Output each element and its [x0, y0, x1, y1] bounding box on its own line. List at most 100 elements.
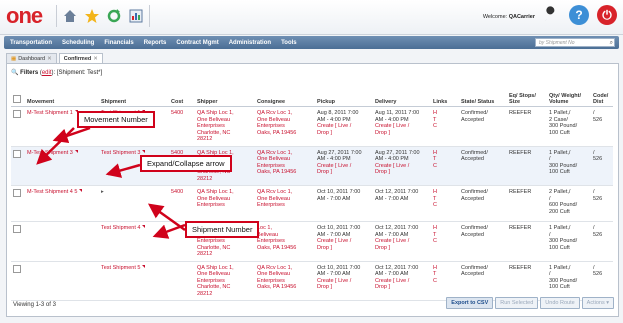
row-select-cell[interactable] [11, 261, 25, 301]
cost-cell-text[interactable]: 5400 [171, 189, 183, 195]
shipment-search-input[interactable]: by Shipment No ⌕ [535, 38, 615, 47]
cost-cell[interactable]: 5400 [169, 106, 195, 147]
refresh-icon[interactable] [105, 7, 123, 25]
report-icon[interactable] [127, 7, 145, 25]
consignee-cell[interactable]: Loc 1, Beliveau Enterprises Oaks, PA 19456 [255, 221, 315, 262]
menu-item-tools[interactable]: Tools [281, 40, 297, 46]
quantity-cell-line: 100 Cuft [549, 169, 570, 175]
row-checkbox[interactable] [13, 189, 21, 197]
cost-cell[interactable] [169, 261, 195, 301]
select-all-checkbox[interactable] [11, 84, 25, 107]
consignee-cell[interactable]: QA Rcv Loc 1, One Beliveau Enterprises [255, 185, 315, 222]
consignee-cell-line[interactable]: Oaks, PA 19456 [257, 245, 313, 252]
shipment-cell-text[interactable]: Test Shipment 5 [101, 265, 140, 271]
menu-item-financials[interactable]: Financials [104, 40, 133, 46]
consignee-cell[interactable]: QA Rcv Loc 1, One Beliveau Enterprises Oaks… [255, 106, 315, 147]
shipper-cell[interactable]: QA Ship Loc 1, One Beliveau Enterprises [195, 185, 255, 222]
consignee-cell-line[interactable]: Oaks, PA 19456 [257, 130, 313, 137]
consignee-cell[interactable]: QA Rcv Loc 1, One Beliveau Enterprises Oaks… [255, 261, 315, 301]
row-select-cell[interactable] [11, 221, 25, 262]
filters-edit-link[interactable]: edit [42, 70, 52, 76]
expand-collapse-arrow-icon[interactable]: ▸ [101, 189, 104, 195]
row-checkbox[interactable] [13, 225, 21, 233]
column-header[interactable]: Delivery [373, 84, 431, 107]
menu-item-scheduling[interactable]: Scheduling [62, 40, 94, 46]
column-header[interactable]: State/ Status [459, 84, 507, 107]
column-header[interactable]: Code/ Dist [591, 84, 613, 107]
consignee-cell-line[interactable]: Oaks, PA 19456 [257, 169, 313, 176]
power-icon[interactable]: ⏻ [597, 5, 617, 25]
shipment-cell-text[interactable]: Test Shipment 3 [101, 150, 140, 156]
links-cell[interactable]: HTC [431, 146, 459, 186]
shipper-cell-line[interactable]: 28212 [197, 251, 253, 258]
table-row[interactable]: Test Shipment 4QA Ship Loc 1,One Belivea… [11, 221, 613, 262]
help-icon[interactable]: ? [569, 5, 589, 25]
home-icon[interactable] [61, 7, 79, 25]
movement-cell[interactable] [25, 221, 99, 262]
row-select-cell[interactable] [11, 185, 25, 222]
consignee-cell-line[interactable]: Oaks, PA 19456 [257, 284, 313, 291]
shipper-cell[interactable]: QA Ship Loc 1,One BeliveauEnterprisesCha… [195, 261, 255, 301]
menu-item-transportation[interactable]: Transportation [10, 40, 52, 46]
row-checkbox[interactable] [13, 110, 21, 118]
shipper-cell-line[interactable]: 28212 [197, 291, 253, 298]
shipper-cell-line[interactable]: Enterprises [197, 202, 253, 209]
links-cell[interactable]: HTC [431, 106, 459, 147]
app-logo[interactable]: one [6, 3, 43, 29]
movement-cell-text[interactable]: M-Test Shipment 4 5 [27, 189, 77, 195]
links-cell-line[interactable]: C [433, 278, 457, 285]
column-header[interactable]: Shipment [99, 84, 169, 107]
table-row[interactable]: Test Shipment 5 QA Ship Loc 1, One Belivea… [11, 261, 613, 301]
column-header[interactable]: Links [431, 84, 459, 107]
row-select-cell[interactable] [11, 106, 25, 147]
column-header[interactable]: Movement [25, 84, 99, 107]
column-header[interactable]: Qty/ Weight/ Volume [547, 84, 591, 107]
links-cell-line[interactable]: C [433, 123, 457, 130]
links-cell[interactable]: HTC [431, 185, 459, 222]
links-cell-line[interactable]: C [433, 202, 457, 209]
movement-cell[interactable]: M-Test Shipment 4 5 [25, 185, 99, 222]
shipper-cell-line[interactable]: 28212 [197, 136, 253, 143]
shipment-cell-text[interactable]: Test Shipment 4 [101, 225, 140, 231]
links-cell[interactable]: HTC [431, 221, 459, 262]
cost-cell-text[interactable]: 5400 [171, 110, 183, 116]
wrench-icon[interactable] [541, 5, 561, 25]
menu-item-contract-mgmt[interactable]: Contract Mgmt [176, 40, 218, 46]
menu-item-reports[interactable]: Reports [144, 40, 167, 46]
actions-button[interactable]: Actions ▾ [581, 297, 614, 309]
row-select-cell[interactable] [11, 146, 25, 186]
star-icon[interactable] [83, 7, 101, 25]
table-row[interactable]: M-Test Shipment 3 Test Shipment 3 5400 QA S… [11, 146, 613, 186]
movement-cell-text[interactable]: M-Test Shipment 1 [27, 110, 73, 116]
consignee-cell-line[interactable]: Enterprises [257, 202, 313, 209]
shipment-cell[interactable]: ▸ [99, 185, 169, 222]
column-header[interactable]: Eq/ Stops/ Size [507, 84, 547, 107]
table-body: M-Test Shipment 1Test Shipment 15400QA S… [11, 106, 613, 301]
column-header[interactable]: Pickup [315, 84, 373, 107]
movement-cell[interactable]: M-Test Shipment 3 [25, 146, 99, 186]
run-selected-button[interactable]: Run Selected [495, 297, 539, 309]
links-cell[interactable]: HTC [431, 261, 459, 301]
links-cell-line[interactable]: C [433, 163, 457, 170]
table-row[interactable]: M-Test Shipment 4 5 ▸ 5400 QA Ship Loc 1, On… [11, 185, 613, 222]
search-icon[interactable]: ⌕ [610, 39, 613, 48]
undo-route-button[interactable]: Undo Route [540, 297, 580, 309]
export-csv-button[interactable]: Export to CSV [446, 297, 494, 309]
column-header[interactable]: Shipper [195, 84, 255, 107]
cost-cell[interactable]: 5400 [169, 185, 195, 222]
movement-cell-text[interactable]: M-Test Shipment 3 [27, 150, 73, 156]
column-header[interactable]: Cost [169, 84, 195, 107]
shipment-cell[interactable]: Test Shipment 4 [99, 221, 169, 262]
pickup-cell: Oct 10, 2011 7:00 AM - 7:00 AM Create [ Li… [315, 261, 373, 301]
row-checkbox[interactable] [13, 264, 21, 273]
column-header[interactable]: Consignee [255, 84, 315, 107]
shipment-cell[interactable]: Test Shipment 5 [99, 261, 169, 301]
consignee-cell[interactable]: QA Rcv Loc 1, One Beliveau Enterprises Oaks… [255, 146, 315, 186]
shipper-cell[interactable]: QA Ship Loc 1,One BeliveauEnterprisesCha… [195, 106, 255, 147]
shipper-cell-line[interactable]: 28212 [197, 176, 253, 183]
row-checkbox[interactable] [13, 149, 21, 158]
menu-item-administration[interactable]: Administration [229, 40, 271, 46]
checkbox[interactable] [13, 95, 21, 103]
movement-cell[interactable] [25, 261, 99, 301]
links-cell-line[interactable]: C [433, 238, 457, 245]
